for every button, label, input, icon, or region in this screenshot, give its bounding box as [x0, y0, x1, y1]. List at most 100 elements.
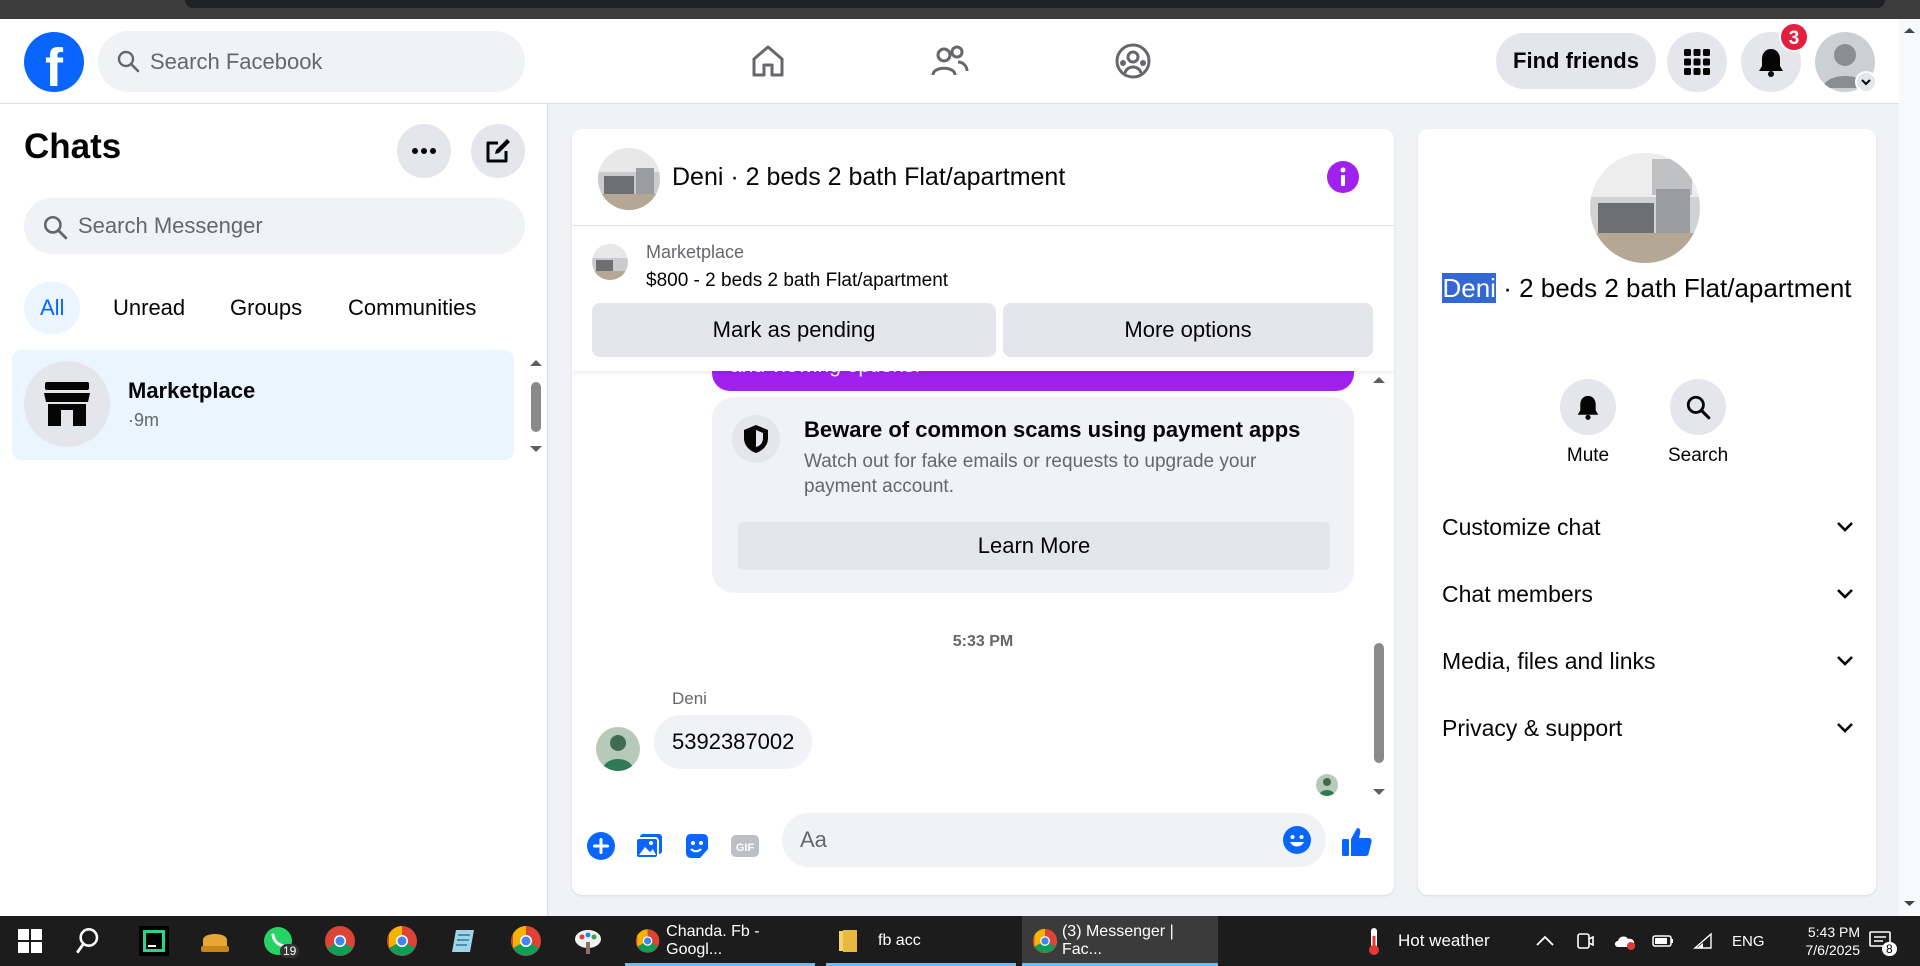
groups-nav-button[interactable]	[1093, 29, 1173, 93]
plus-icon[interactable]	[586, 831, 616, 861]
chat-options-button[interactable]	[397, 124, 451, 178]
account-dropdown-button[interactable]	[1855, 71, 1877, 93]
taskbar-whatsapp-icon[interactable]: 19	[262, 916, 300, 966]
filter-tab-groups[interactable]: Groups	[214, 282, 318, 334]
listing-profile-photo[interactable]	[1590, 153, 1700, 263]
search-label: Search	[1668, 445, 1729, 466]
whatsapp-badge: 19	[280, 944, 300, 958]
wifi-icon[interactable]	[1693, 916, 1715, 966]
conversation-info-button[interactable]	[1327, 161, 1359, 193]
menu-button[interactable]	[1667, 32, 1727, 92]
chat-name: Marketplace	[128, 378, 256, 403]
taskbar-app-chanda-fb[interactable]: Chanda. Fb - Googl...	[625, 916, 815, 966]
new-message-button[interactable]	[471, 124, 525, 178]
more-options-button[interactable]: More options	[1003, 303, 1373, 357]
filter-tab-unread[interactable]: Unread	[97, 282, 201, 334]
storefront-icon	[44, 382, 90, 426]
clock[interactable]: 5:43 PM 7/6/2025	[1780, 916, 1861, 966]
language-indicator[interactable]: ENG	[1732, 916, 1765, 966]
conversation-scrollbar[interactable]	[1370, 371, 1388, 801]
scam-warning-title: Beware of common scams using payment app…	[804, 417, 1301, 442]
sender-avatar[interactable]	[596, 727, 640, 771]
chevron-down-icon	[1837, 589, 1853, 599]
svg-text:GIF: GIF	[736, 842, 755, 854]
outgoing-message-bubble[interactable]: and viewing options.	[712, 371, 1354, 391]
info-icon	[1340, 167, 1346, 186]
message-input-box[interactable]	[782, 813, 1326, 867]
selected-text-highlight: Deni	[1442, 273, 1496, 303]
chats-sidebar: Chats All Unread Groups Communities Mark…	[0, 104, 548, 916]
customize-chat-section[interactable]: Customize chat	[1442, 502, 1854, 552]
chevron-up-icon[interactable]	[1535, 916, 1555, 966]
mark-as-pending-button[interactable]: Mark as pending	[592, 303, 996, 357]
privacy-support-section[interactable]: Privacy & support	[1442, 703, 1854, 753]
chat-members-section[interactable]: Chat members	[1442, 569, 1854, 619]
sticker-icon[interactable]	[682, 831, 712, 861]
windows-taskbar: 19 Chanda. Fb - Googl... fb acc (3) Mess…	[0, 916, 1920, 966]
taskbar-search-button[interactable]	[76, 916, 104, 966]
compose-icon	[486, 139, 510, 163]
conversation-header: Deni · 2 beds 2 bath Flat/apartment	[572, 129, 1394, 226]
media-files-links-section[interactable]: Media, files and links	[1442, 636, 1854, 686]
notification-center-button[interactable]: 8	[1868, 916, 1897, 966]
chat-time: ·9m	[128, 410, 159, 430]
chat-list-item-marketplace[interactable]: Marketplace ·9m	[12, 350, 514, 460]
incoming-message-bubble[interactable]: 5392387002	[654, 715, 813, 769]
home-nav-button[interactable]	[728, 29, 808, 93]
friends-icon	[931, 45, 969, 76]
bell-icon	[1759, 49, 1783, 77]
filter-tab-all[interactable]: All	[24, 282, 81, 334]
messenger-search-box[interactable]	[24, 198, 525, 254]
taskbar-notepad-icon[interactable]	[448, 916, 478, 966]
search-icon	[42, 214, 68, 240]
message-input[interactable]	[800, 813, 1260, 867]
friends-nav-button[interactable]	[910, 29, 990, 93]
seen-receipt-avatar	[1316, 774, 1338, 796]
taskbar-app-fb-acc[interactable]: fb acc	[826, 916, 1016, 966]
meet-now-icon[interactable]	[1575, 916, 1595, 966]
notification-count-badge: 3	[1779, 22, 1809, 52]
chrome-icon	[1032, 928, 1058, 954]
page-scrollbar[interactable]	[1899, 19, 1920, 916]
taskbar-chrome-profile-3[interactable]	[510, 916, 542, 966]
chevron-down-icon	[1837, 723, 1853, 733]
find-friends-button[interactable]: Find friends	[1496, 33, 1656, 89]
apartment-photo-icon	[598, 148, 660, 210]
home-icon	[752, 45, 784, 77]
grid-menu-icon	[1684, 49, 1710, 75]
gif-icon[interactable]: GIF	[730, 831, 760, 861]
taskbar-paint-icon[interactable]	[572, 916, 604, 966]
thermometer-icon	[1369, 928, 1379, 955]
search-in-conversation-button[interactable]: Search	[1668, 379, 1728, 467]
windows-logo-icon	[18, 929, 42, 953]
chrome-icon	[325, 926, 355, 956]
mute-button[interactable]: Mute	[1558, 379, 1618, 467]
messenger-search-input[interactable]	[78, 198, 508, 254]
emoji-icon[interactable]	[1282, 825, 1312, 855]
chat-list-scrollbar[interactable]	[528, 356, 544, 456]
chevron-down-icon	[1837, 522, 1853, 532]
marketplace-listing-bar: Marketplace $800 - 2 beds 2 bath Flat/ap…	[572, 226, 1394, 371]
folder-icon	[839, 930, 857, 952]
scam-warning-card: Beware of common scams using payment app…	[712, 397, 1354, 593]
filter-tab-communities[interactable]: Communities	[332, 282, 492, 334]
photo-icon[interactable]	[634, 831, 664, 861]
taskbar-chrome-profile-2[interactable]	[386, 916, 418, 966]
search-icon	[1686, 395, 1711, 420]
start-button[interactable]	[18, 916, 42, 966]
thumbs-up-icon[interactable]	[1340, 825, 1374, 859]
chat-info-panel: Deni · 2 beds 2 bath Flat/apartment Mute…	[1418, 129, 1876, 895]
facebook-logo[interactable]: f	[24, 32, 84, 92]
weather-widget[interactable]: Hot weather	[1366, 916, 1490, 966]
taskbar-folder-icon[interactable]	[199, 916, 231, 966]
listing-thumbnail[interactable]	[592, 244, 628, 280]
taskbar-app-messenger[interactable]: (3) Messenger | Fac...	[1022, 916, 1218, 966]
learn-more-button[interactable]: Learn More	[738, 522, 1330, 570]
facebook-search-input[interactable]	[150, 31, 510, 92]
taskbar-chrome-profile-1[interactable]	[324, 916, 356, 966]
battery-icon[interactable]	[1652, 916, 1674, 966]
facebook-search-box[interactable]	[98, 31, 525, 92]
taskbar-pycharm-icon[interactable]	[139, 916, 169, 966]
listing-avatar[interactable]	[598, 148, 660, 210]
onedrive-icon[interactable]	[1612, 916, 1638, 966]
